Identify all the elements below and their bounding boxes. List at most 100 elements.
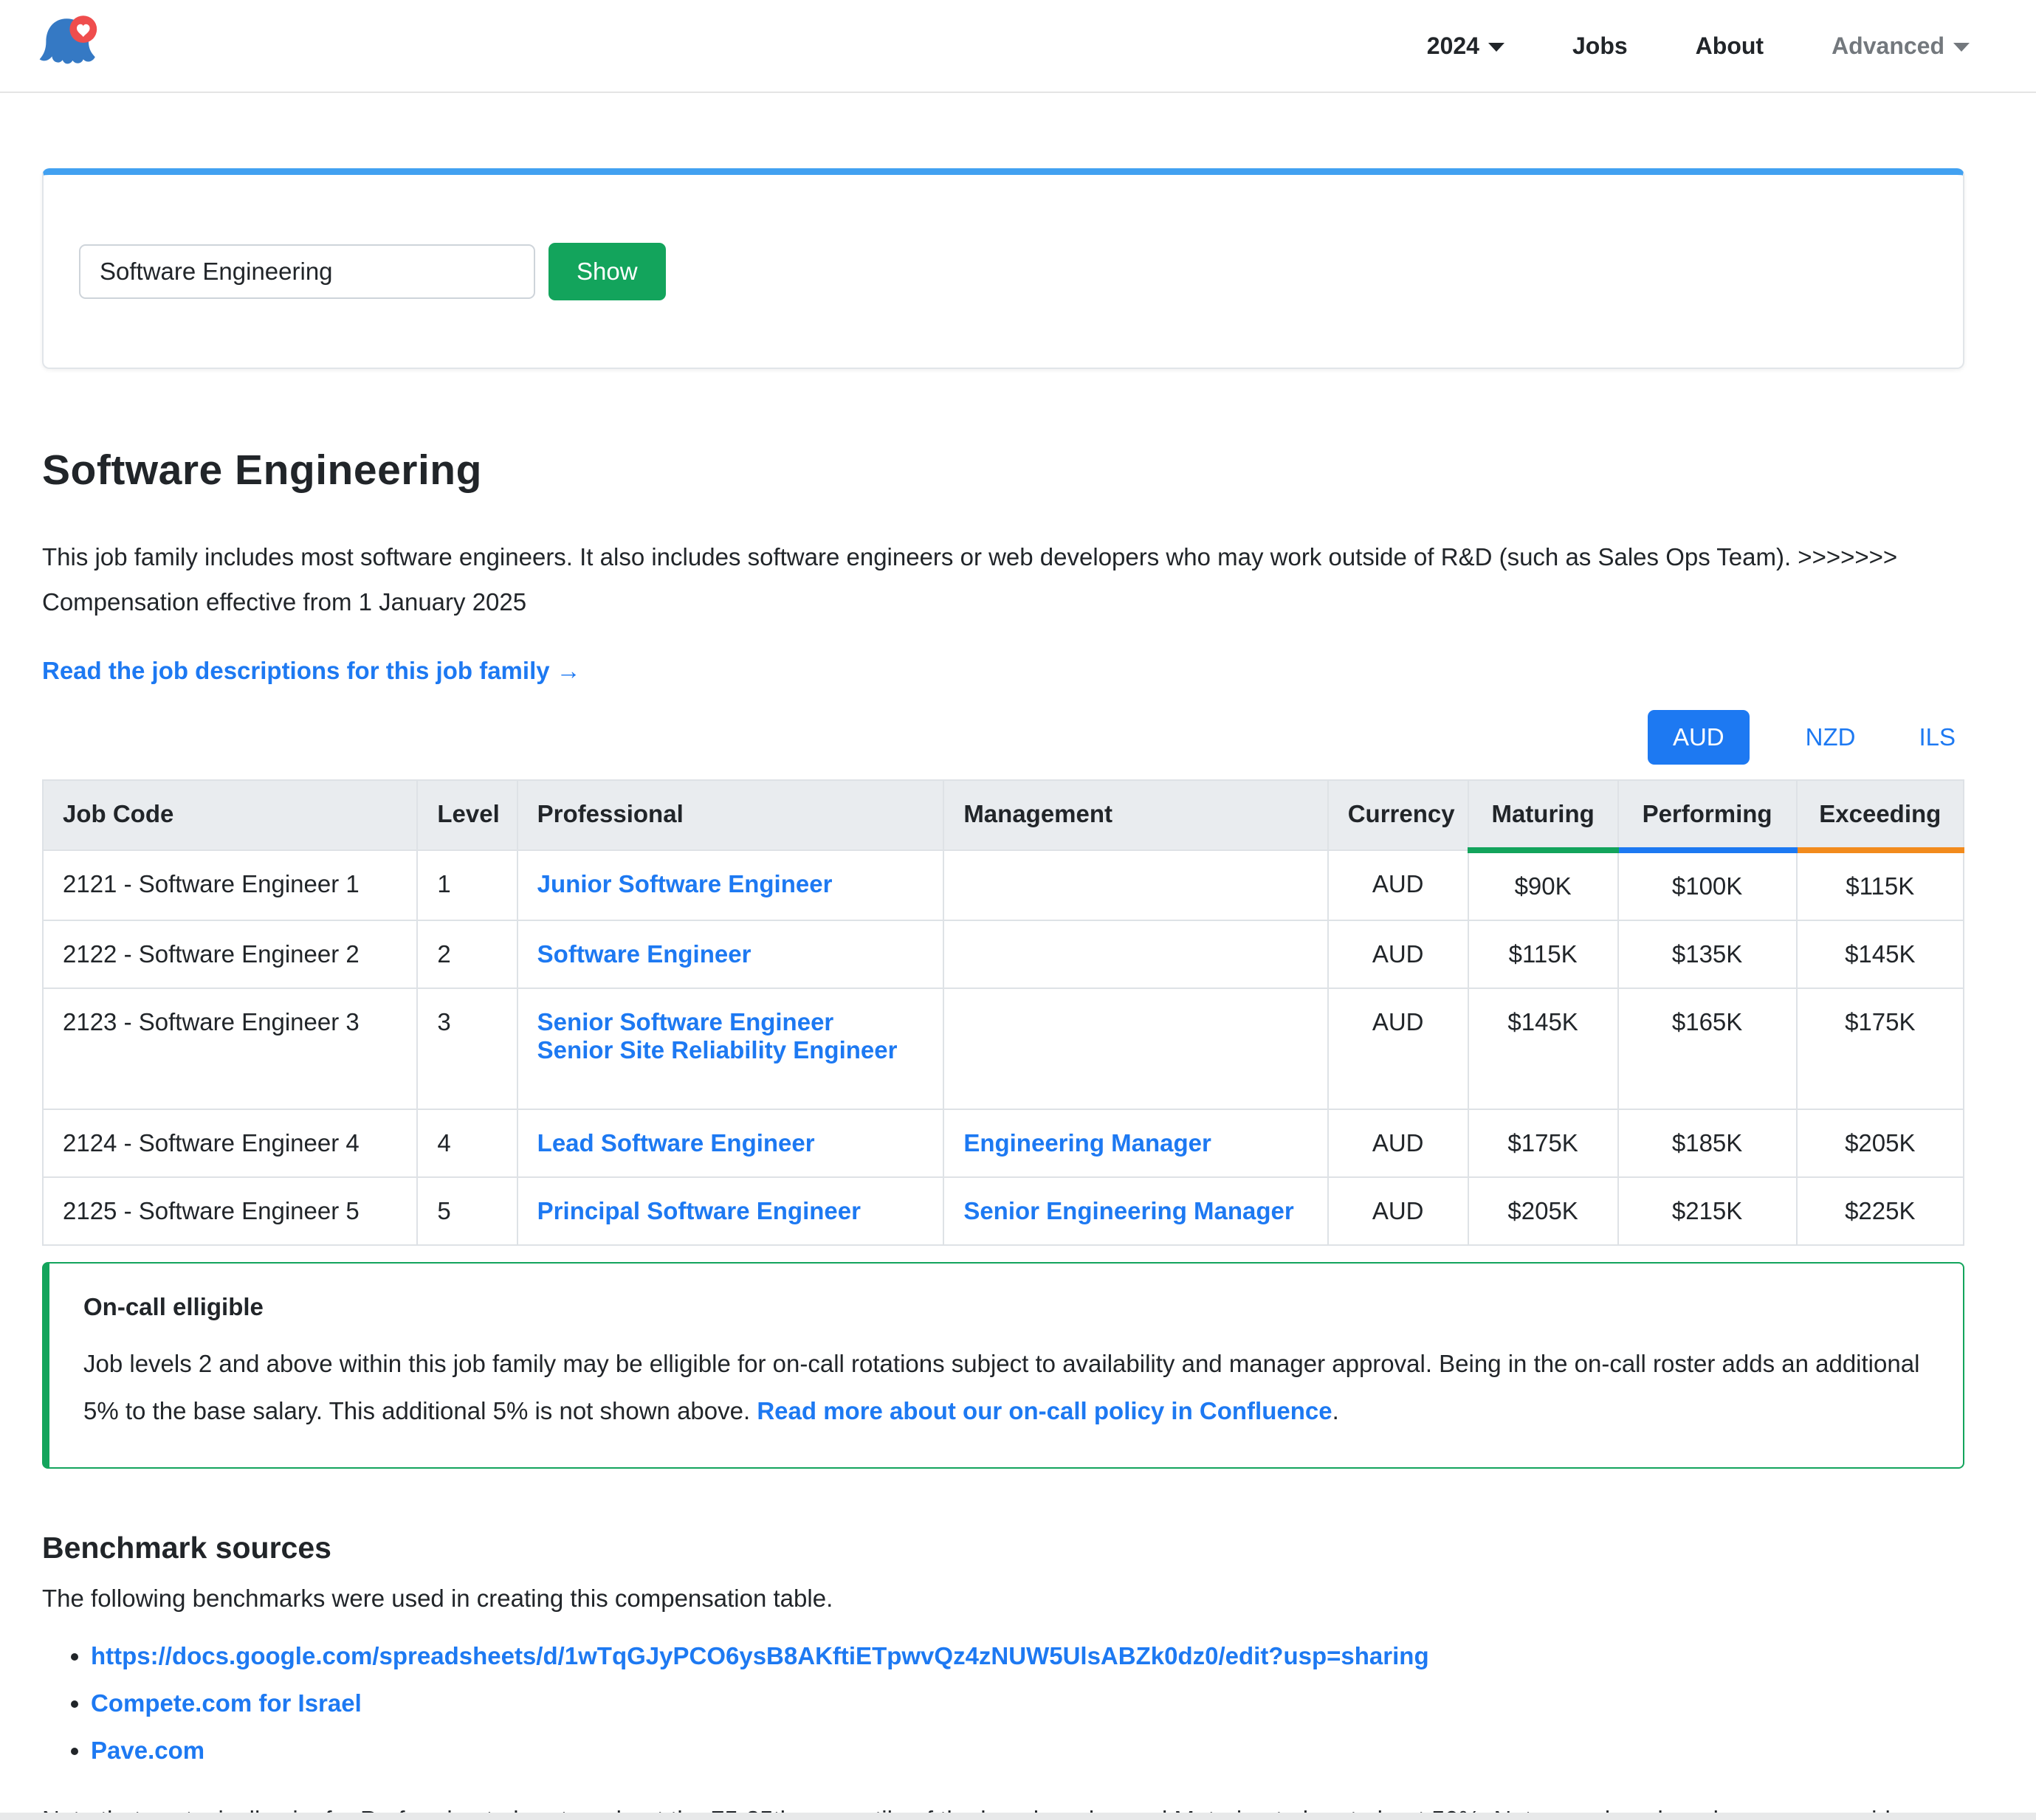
- professional-cell: Junior Software Engineer: [517, 850, 944, 920]
- col-header-professional: Professional: [517, 780, 944, 850]
- exceeding-cell: $115K: [1797, 850, 1964, 920]
- nav-advanced-label: Advanced: [1832, 32, 1944, 60]
- level-cell: 2: [417, 920, 517, 988]
- col-header-management: Management: [943, 780, 1327, 850]
- on-call-text: Job levels 2 and above within this job f…: [83, 1340, 1929, 1435]
- maturing-cell: $115K: [1468, 920, 1618, 988]
- maturing-cell: $205K: [1468, 1177, 1618, 1245]
- performing-cell: $100K: [1618, 850, 1797, 920]
- professional-role-link[interactable]: Junior Software Engineer: [537, 870, 833, 898]
- nav-year-dropdown[interactable]: 2024: [1427, 32, 1504, 60]
- col-header-currency: Currency: [1328, 780, 1468, 850]
- job-code-cell: 2125 - Software Engineer 5: [43, 1177, 417, 1245]
- management-role-link[interactable]: Engineering Manager: [963, 1129, 1211, 1157]
- table-header-row: Job Code Level Professional Management C…: [43, 780, 1964, 850]
- col-header-level: Level: [417, 780, 517, 850]
- professional-role-link[interactable]: Senior Site Reliability Engineer: [537, 1036, 898, 1064]
- currency-cell: AUD: [1328, 988, 1468, 1109]
- professional-role-link[interactable]: Principal Software Engineer: [537, 1197, 861, 1225]
- professional-cell: Principal Software Engineer: [517, 1177, 944, 1245]
- currency-cell: AUD: [1328, 1177, 1468, 1245]
- nav-item-about[interactable]: About: [1696, 32, 1764, 60]
- col-header-performing: Performing: [1618, 780, 1797, 850]
- col-header-job-code: Job Code: [43, 780, 417, 850]
- show-button[interactable]: Show: [548, 243, 666, 300]
- octopus-heart-logo-icon: [32, 10, 103, 81]
- management-cell: [943, 850, 1327, 920]
- maturing-cell: $145K: [1468, 988, 1618, 1109]
- table-row: 2122 - Software Engineer 2 2 Software En…: [43, 920, 1964, 988]
- professional-cell: Lead Software Engineer: [517, 1109, 944, 1177]
- job-family-search-input[interactable]: [79, 244, 535, 299]
- performing-cell: $185K: [1618, 1109, 1797, 1177]
- maturing-cell: $90K: [1468, 850, 1618, 920]
- chevron-down-icon: [1488, 43, 1504, 52]
- description-line-2: Compensation effective from 1 January 20…: [42, 588, 526, 616]
- professional-role-link[interactable]: Software Engineer: [537, 940, 752, 968]
- col-header-exceeding: Exceeding: [1797, 780, 1964, 850]
- exceeding-cell: $225K: [1797, 1177, 1964, 1245]
- search-row: Show: [79, 243, 666, 300]
- list-item: https://docs.google.com/spreadsheets/d/1…: [91, 1642, 1964, 1670]
- compensation-table: Job Code Level Professional Management C…: [42, 779, 1964, 1246]
- management-role-link[interactable]: Senior Engineering Manager: [963, 1197, 1293, 1225]
- currency-toggle: AUD NZD ILS: [42, 710, 1964, 765]
- benchmark-sources-list: https://docs.google.com/spreadsheets/d/1…: [42, 1642, 1964, 1765]
- nav-links: 2024 Jobs About Advanced: [1427, 32, 2004, 60]
- on-call-title: On-call elligible: [83, 1293, 1929, 1321]
- exceeding-cell: $175K: [1797, 988, 1964, 1109]
- job-code-cell: 2122 - Software Engineer 2: [43, 920, 417, 988]
- management-cell: Senior Engineering Manager: [943, 1177, 1327, 1245]
- level-cell: 1: [417, 850, 517, 920]
- exceeding-cell: $205K: [1797, 1109, 1964, 1177]
- bottom-edge-strip: [0, 1813, 2036, 1820]
- professional-cell: Software Engineer: [517, 920, 944, 988]
- performing-cell: $135K: [1618, 920, 1797, 988]
- professional-role-link[interactable]: Lead Software Engineer: [537, 1129, 815, 1157]
- professional-cell: Senior Software Engineer Senior Site Rel…: [517, 988, 944, 1109]
- nav-advanced-dropdown[interactable]: Advanced: [1832, 32, 1970, 60]
- job-family-search-card: Show: [42, 168, 1964, 369]
- on-call-callout: On-call elligible Job levels 2 and above…: [42, 1262, 1964, 1469]
- main-content: Show Software Engineering This job famil…: [42, 168, 1964, 1820]
- professional-role-link[interactable]: Senior Software Engineer: [537, 1008, 834, 1036]
- nav-year-label: 2024: [1427, 32, 1479, 60]
- level-cell: 5: [417, 1177, 517, 1245]
- job-code-cell: 2123 - Software Engineer 3: [43, 988, 417, 1109]
- currency-button-nzd[interactable]: NZD: [1798, 710, 1863, 765]
- job-code-cell: 2124 - Software Engineer 4: [43, 1109, 417, 1177]
- exceeding-cell: $145K: [1797, 920, 1964, 988]
- management-cell: [943, 920, 1327, 988]
- benchmark-compete-link[interactable]: Compete.com for Israel: [91, 1689, 362, 1717]
- performing-cell: $215K: [1618, 1177, 1797, 1245]
- chevron-down-icon: [1953, 43, 1970, 52]
- brand-logo[interactable]: [32, 10, 103, 81]
- on-call-policy-link[interactable]: Read more about our on-call policy in Co…: [757, 1397, 1332, 1424]
- job-descriptions-link[interactable]: Read the job descriptions for this job f…: [42, 657, 581, 685]
- management-cell: [943, 988, 1327, 1109]
- list-item: Pave.com: [91, 1737, 1964, 1765]
- nav-item-jobs[interactable]: Jobs: [1572, 32, 1628, 60]
- page: 2024 Jobs About Advanced Show Software E…: [0, 0, 2036, 1820]
- table-row: 2121 - Software Engineer 1 1 Junior Soft…: [43, 850, 1964, 920]
- benchmark-sources-intro: The following benchmarks were used in cr…: [42, 1585, 1964, 1613]
- currency-button-ils[interactable]: ILS: [1911, 710, 1963, 765]
- maturing-cell: $175K: [1468, 1109, 1618, 1177]
- currency-cell: AUD: [1328, 920, 1468, 988]
- benchmark-sources-title: Benchmark sources: [42, 1531, 1964, 1565]
- currency-cell: AUD: [1328, 850, 1468, 920]
- benchmark-spreadsheet-link[interactable]: https://docs.google.com/spreadsheets/d/1…: [91, 1642, 1429, 1669]
- on-call-text-end: .: [1332, 1397, 1339, 1424]
- description-line-1: This job family includes most software e…: [42, 543, 1897, 571]
- currency-cell: AUD: [1328, 1109, 1468, 1177]
- benchmark-pave-link[interactable]: Pave.com: [91, 1737, 204, 1764]
- job-code-cell: 2121 - Software Engineer 1: [43, 850, 417, 920]
- top-navbar: 2024 Jobs About Advanced: [0, 0, 2036, 93]
- table-row: 2125 - Software Engineer 5 5 Principal S…: [43, 1177, 1964, 1245]
- performing-cell: $165K: [1618, 988, 1797, 1109]
- table-row: 2124 - Software Engineer 4 4 Lead Softwa…: [43, 1109, 1964, 1177]
- col-header-maturing: Maturing: [1468, 780, 1618, 850]
- currency-button-aud[interactable]: AUD: [1648, 710, 1750, 765]
- job-family-description: This job family includes most software e…: [42, 534, 1964, 624]
- management-cell: Engineering Manager: [943, 1109, 1327, 1177]
